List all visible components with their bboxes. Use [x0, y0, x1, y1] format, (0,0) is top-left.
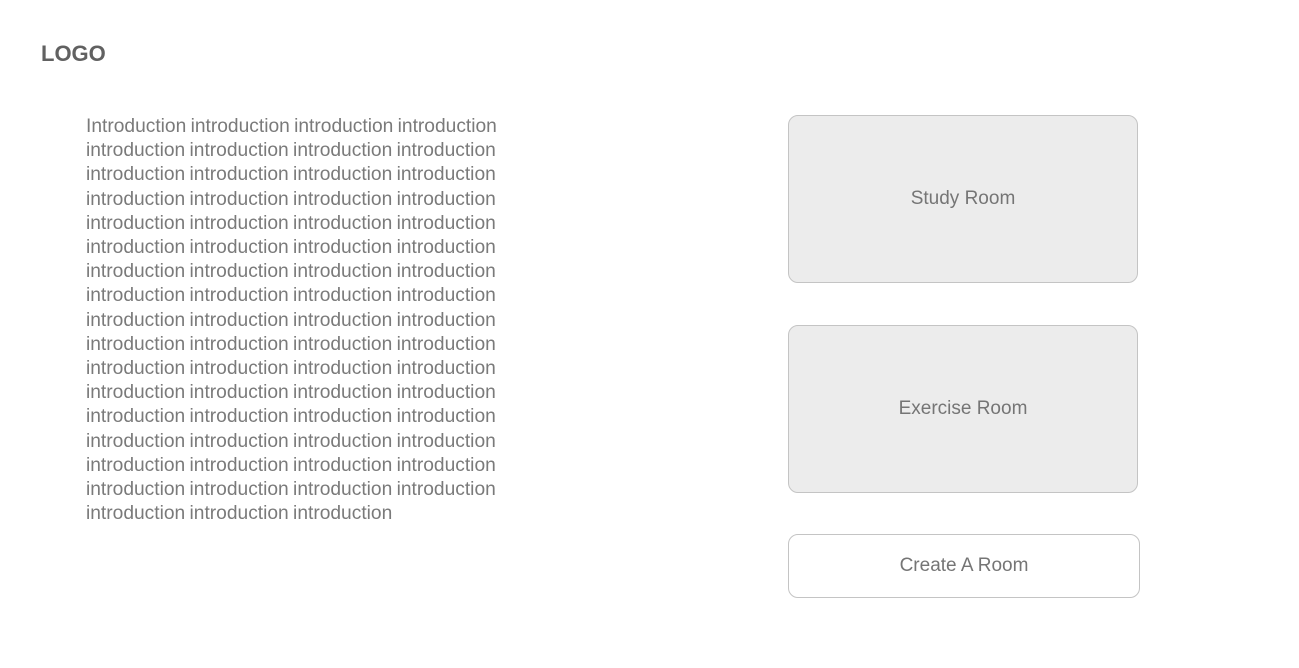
create-room-button[interactable]: Create A Room: [788, 534, 1140, 598]
exercise-room-button[interactable]: Exercise Room: [788, 325, 1138, 493]
exercise-room-label: Exercise Room: [898, 398, 1028, 419]
create-room-label: Create A Room: [899, 555, 1029, 576]
study-room-label: Study Room: [910, 188, 1016, 209]
logo[interactable]: LOGO: [41, 41, 106, 67]
introduction-text: Introduction introduction introduction i…: [86, 116, 497, 525]
study-room-button[interactable]: Study Room: [788, 115, 1138, 283]
